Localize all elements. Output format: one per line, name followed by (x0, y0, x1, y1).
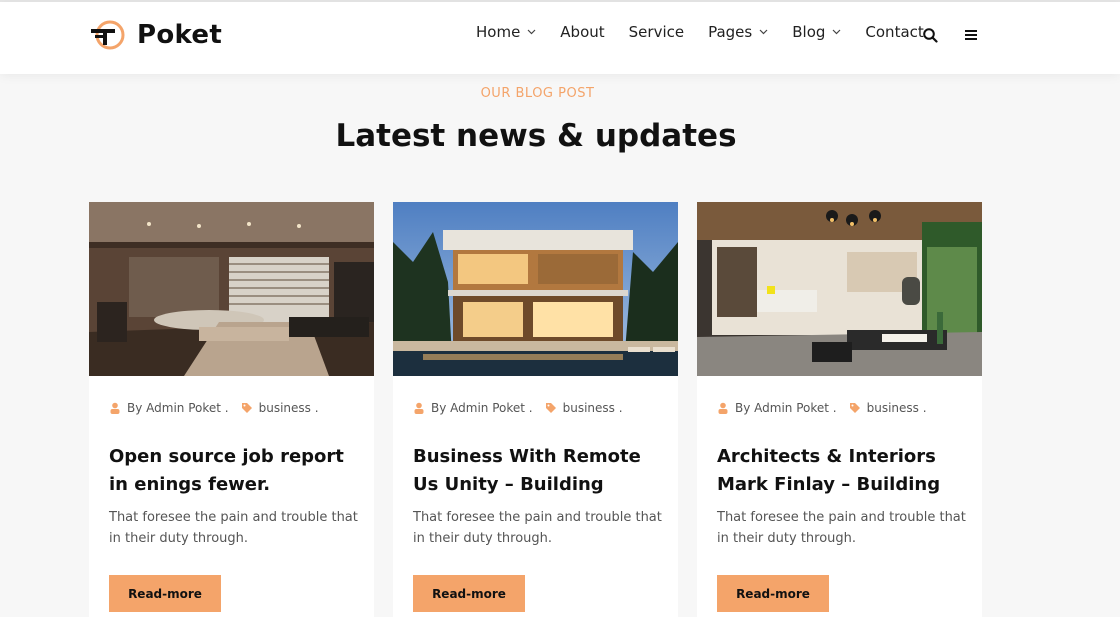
open-living-image (697, 202, 982, 376)
category-label: business . (562, 401, 623, 415)
logo-text: Poket (137, 20, 223, 50)
nav-label: Service (628, 23, 685, 41)
nav-item-home[interactable]: Home (476, 23, 536, 41)
post-image[interactable] (697, 202, 982, 376)
chevron-down-icon (758, 27, 768, 37)
author-label: By Admin Poket . (127, 401, 229, 415)
site-header: Poket Home About Service Pages Blog Cont… (0, 2, 1120, 74)
author-label: By Admin Poket . (735, 401, 837, 415)
nav-item-service[interactable]: Service (629, 23, 684, 41)
category-label: business . (866, 401, 927, 415)
tag-icon (849, 402, 861, 414)
nav-label: Contact (865, 23, 924, 41)
logo-icon (91, 20, 125, 50)
post-excerpt: That foresee the pain and trouble that i… (413, 510, 662, 546)
post-category[interactable]: business . (545, 401, 623, 415)
tag-icon (241, 402, 253, 414)
nav-label: Home (476, 23, 521, 41)
read-more-button[interactable]: Read-more (109, 575, 221, 612)
post-title[interactable]: Architects & Interiors Mark Finlay – Bui… (717, 443, 967, 499)
blog-card: By Admin Poket . business . Architects &… (697, 202, 982, 617)
author-label: By Admin Poket . (431, 401, 533, 415)
chevron-down-icon (831, 27, 841, 37)
post-title[interactable]: Business With Remote Us Unity – Building (413, 443, 663, 499)
user-icon (717, 402, 729, 414)
post-meta: By Admin Poket . business . (413, 401, 635, 415)
read-more-button[interactable]: Read-more (717, 575, 829, 612)
blog-card: By Admin Poket . business . Open source … (89, 202, 374, 617)
post-excerpt: That foresee the pain and trouble that i… (109, 510, 358, 546)
nav-label: About (560, 23, 605, 41)
search-icon[interactable] (921, 26, 939, 44)
post-author[interactable]: By Admin Poket . (717, 401, 837, 415)
nav-item-about[interactable]: About (560, 23, 604, 41)
chevron-down-icon (526, 27, 536, 37)
post-image[interactable] (393, 202, 678, 376)
post-image[interactable] (89, 202, 374, 376)
post-excerpt: That foresee the pain and trouble that i… (717, 510, 966, 546)
logo[interactable]: Poket (89, 19, 222, 51)
section-title: Latest news & updates (335, 118, 737, 154)
nav-item-blog[interactable]: Blog (792, 23, 841, 41)
section-subtitle: OUR BLOG POST (480, 86, 595, 101)
post-category[interactable]: business . (241, 401, 319, 415)
post-category[interactable]: business . (849, 401, 927, 415)
interior-lounge-image (89, 202, 374, 376)
user-icon (109, 402, 121, 414)
post-author[interactable]: By Admin Poket . (109, 401, 229, 415)
blog-card: By Admin Poket . business . Business Wit… (393, 202, 678, 617)
blog-cards: By Admin Poket . business . Open source … (89, 202, 982, 617)
post-meta: By Admin Poket . business . (717, 401, 939, 415)
nav-item-pages[interactable]: Pages (708, 23, 768, 41)
modern-house-image (393, 202, 678, 376)
nav-item-contact[interactable]: Contact (865, 23, 923, 41)
nav-label: Blog (792, 23, 826, 41)
post-title[interactable]: Open source job report in enings fewer. (109, 443, 359, 499)
nav-label: Pages (708, 23, 753, 41)
main-nav: Home About Service Pages Blog Contact (476, 23, 948, 41)
category-label: business . (258, 401, 319, 415)
read-more-button[interactable]: Read-more (413, 575, 525, 612)
post-author[interactable]: By Admin Poket . (413, 401, 533, 415)
tag-icon (545, 402, 557, 414)
hamburger-icon[interactable] (962, 26, 980, 44)
post-meta: By Admin Poket . business . (109, 401, 331, 415)
user-icon (413, 402, 425, 414)
